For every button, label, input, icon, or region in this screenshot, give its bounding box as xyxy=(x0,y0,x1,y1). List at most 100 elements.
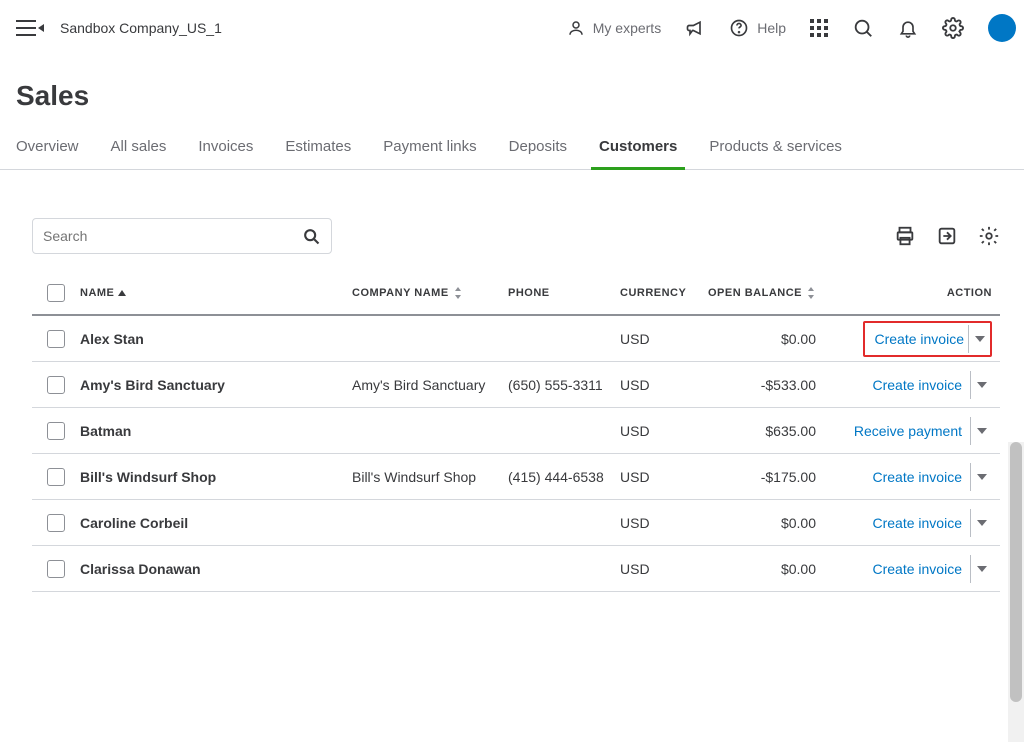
customer-currency: USD xyxy=(620,469,704,485)
tab-estimates[interactable]: Estimates xyxy=(285,124,351,169)
customer-balance: $0.00 xyxy=(704,561,828,577)
col-header-action: ACTION xyxy=(828,287,1000,299)
table-row: Caroline Corbeil USD$0.00 Create invoice xyxy=(32,500,1000,546)
table-row: Alex Stan USD$0.00 Create invoice xyxy=(32,316,1000,362)
table-row: Amy's Bird SanctuaryAmy's Bird Sanctuary… xyxy=(32,362,1000,408)
customer-currency: USD xyxy=(620,377,704,393)
table-row: Batman USD$635.00 Receive payment xyxy=(32,408,1000,454)
col-header-currency[interactable]: CURRENCY xyxy=(620,287,704,299)
chevron-down-icon xyxy=(977,474,987,480)
scrollbar-thumb[interactable] xyxy=(1010,442,1022,702)
customer-balance: -$533.00 xyxy=(704,377,828,393)
help-icon xyxy=(729,18,749,38)
table-settings-icon[interactable] xyxy=(978,225,1000,247)
row-action-caret[interactable] xyxy=(970,371,992,399)
search-input[interactable] xyxy=(43,228,301,244)
company-name[interactable]: Sandbox Company_US_1 xyxy=(60,20,222,36)
row-action-caret[interactable] xyxy=(968,325,990,353)
customers-table: NAME COMPANY NAME PHONE CURRENCY OPEN BA… xyxy=(32,272,1000,592)
customer-balance: -$175.00 xyxy=(704,469,828,485)
search-box[interactable] xyxy=(32,218,332,254)
top-bar: Sandbox Company_US_1 My experts Help xyxy=(0,0,1024,56)
customer-currency: USD xyxy=(620,561,704,577)
tab-all-sales[interactable]: All sales xyxy=(111,124,167,169)
row-action-link[interactable]: Create invoice xyxy=(869,557,967,581)
menu-toggle-icon[interactable] xyxy=(16,20,36,36)
person-icon xyxy=(567,19,585,37)
bell-icon[interactable] xyxy=(898,18,918,38)
search-icon[interactable] xyxy=(852,17,874,39)
row-checkbox[interactable] xyxy=(47,376,65,394)
customer-phone: (415) 444-6538 xyxy=(508,469,620,485)
col-header-name[interactable]: NAME xyxy=(80,287,352,299)
help-label: Help xyxy=(757,20,786,36)
row-action-caret[interactable] xyxy=(970,555,992,583)
row-checkbox[interactable] xyxy=(47,422,65,440)
row-checkbox[interactable] xyxy=(47,560,65,578)
megaphone-icon[interactable] xyxy=(685,18,705,38)
row-action-link[interactable]: Create invoice xyxy=(869,465,967,489)
table-row: Clarissa Donawan USD$0.00 Create invoice xyxy=(32,546,1000,592)
sort-asc-icon xyxy=(118,290,126,296)
customer-name[interactable]: Caroline Corbeil xyxy=(80,515,352,531)
customer-name[interactable]: Alex Stan xyxy=(80,331,352,347)
customer-name[interactable]: Batman xyxy=(80,423,352,439)
avatar[interactable] xyxy=(988,14,1016,42)
row-action-link[interactable]: Receive payment xyxy=(850,419,966,443)
toolbar-right xyxy=(894,225,1000,247)
chevron-down-icon xyxy=(977,382,987,388)
col-header-balance[interactable]: OPEN BALANCE xyxy=(704,287,828,299)
customer-currency: USD xyxy=(620,515,704,531)
row-action-link[interactable]: Create invoice xyxy=(871,327,969,351)
row-action-link[interactable]: Create invoice xyxy=(869,373,967,397)
top-right-actions: My experts Help xyxy=(567,14,1008,42)
page-title: Sales xyxy=(0,56,1024,124)
tab-payment-links[interactable]: Payment links xyxy=(383,124,476,169)
chevron-down-icon xyxy=(977,566,987,572)
customer-name[interactable]: Bill's Windsurf Shop xyxy=(80,469,352,485)
table-row: Bill's Windsurf ShopBill's Windsurf Shop… xyxy=(32,454,1000,500)
sales-tabs: Overview All sales Invoices Estimates Paymen… xyxy=(0,124,1024,170)
my-experts-label: My experts xyxy=(593,20,661,36)
table-header: NAME COMPANY NAME PHONE CURRENCY OPEN BA… xyxy=(32,272,1000,316)
customer-balance: $0.00 xyxy=(704,515,828,531)
row-checkbox[interactable] xyxy=(47,514,65,532)
row-action-caret[interactable] xyxy=(970,463,992,491)
search-icon[interactable] xyxy=(301,226,321,246)
gear-icon[interactable] xyxy=(942,17,964,39)
row-action-caret[interactable] xyxy=(970,509,992,537)
row-checkbox[interactable] xyxy=(47,468,65,486)
tab-overview[interactable]: Overview xyxy=(16,124,79,169)
chevron-down-icon xyxy=(977,428,987,434)
col-header-company[interactable]: COMPANY NAME xyxy=(352,287,508,299)
sort-icon xyxy=(806,287,816,299)
row-action-caret[interactable] xyxy=(970,417,992,445)
chevron-down-icon xyxy=(977,520,987,526)
select-all-checkbox[interactable] xyxy=(47,284,65,302)
customer-name[interactable]: Amy's Bird Sanctuary xyxy=(80,377,352,393)
col-header-phone[interactable]: PHONE xyxy=(508,287,620,299)
tab-deposits[interactable]: Deposits xyxy=(509,124,567,169)
tab-invoices[interactable]: Invoices xyxy=(198,124,253,169)
my-experts-link[interactable]: My experts xyxy=(567,19,661,37)
customer-phone: (650) 555-3311 xyxy=(508,377,620,393)
help-link[interactable]: Help xyxy=(729,18,786,38)
row-checkbox[interactable] xyxy=(47,330,65,348)
tab-products-services[interactable]: Products & services xyxy=(709,124,842,169)
export-icon[interactable] xyxy=(936,225,958,247)
customer-currency: USD xyxy=(620,331,704,347)
customer-company: Bill's Windsurf Shop xyxy=(352,469,508,485)
sort-icon xyxy=(453,287,463,299)
print-icon[interactable] xyxy=(894,225,916,247)
list-toolbar xyxy=(32,218,1000,254)
chevron-down-icon xyxy=(975,336,985,342)
customer-currency: USD xyxy=(620,423,704,439)
tab-customers[interactable]: Customers xyxy=(599,124,677,169)
scrollbar-track[interactable] xyxy=(1008,442,1024,742)
row-action-link[interactable]: Create invoice xyxy=(869,511,967,535)
customer-balance: $0.00 xyxy=(704,331,828,347)
apps-icon[interactable] xyxy=(810,19,828,37)
customer-name[interactable]: Clarissa Donawan xyxy=(80,561,352,577)
customer-company: Amy's Bird Sanctuary xyxy=(352,377,508,393)
customer-balance: $635.00 xyxy=(704,423,828,439)
